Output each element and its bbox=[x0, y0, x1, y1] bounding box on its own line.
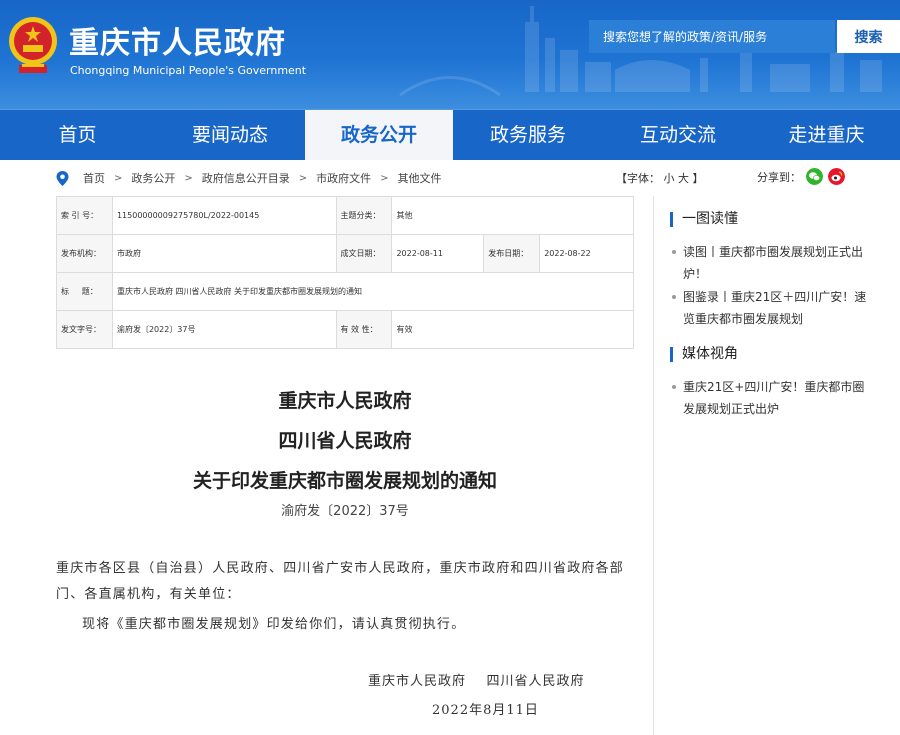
sidebar-item-infographic-2[interactable]: 图鉴录丨重庆21区＋四川广安！速览重庆都市圈发展规划 bbox=[670, 286, 870, 330]
search-input[interactable] bbox=[589, 20, 835, 53]
meta-validity-value: 有效 bbox=[391, 310, 634, 349]
meta-index-label: 索 引 号： bbox=[56, 196, 113, 235]
meta-publisher-value: 市政府 bbox=[111, 234, 337, 273]
document-date: 2022年8月11日 bbox=[432, 703, 539, 718]
chevron-right-icon: > bbox=[380, 172, 389, 184]
meta-docno-value: 渝府发〔2022〕37号 bbox=[111, 310, 337, 349]
breadcrumb-other-docs[interactable]: 其他文件 bbox=[398, 170, 442, 186]
breadcrumb: 首页 > 政务公开 > 政府信息公开目录 > 市政府文件 > 其他文件 bbox=[56, 168, 442, 188]
sidebar: 一图读懂 读图丨重庆都市圈发展规划正式出炉！ 图鉴录丨重庆21区＋四川广安！速览… bbox=[653, 196, 900, 735]
site-subtitle: Chongqing Municipal People's Government bbox=[70, 64, 307, 77]
document-addressee: 重庆市各区县（自治县）人民政府、四川省广安市人民政府，重庆市政府和四川省政府各部… bbox=[56, 561, 625, 602]
share-label: 分享到： bbox=[757, 170, 801, 184]
document-number: 渝府发〔2022〕37号 bbox=[281, 504, 409, 519]
site-title: 重庆市人民政府 bbox=[69, 26, 286, 61]
meta-docno-label: 发文字号： bbox=[56, 310, 113, 349]
sidebar-item-infographic-1[interactable]: 读图丨重庆都市圈发展规划正式出炉！ bbox=[670, 241, 870, 285]
main-nav: 首页 要闻动态 政务公开 政务服务 互动交流 走进重庆 bbox=[0, 109, 900, 160]
chevron-right-icon: > bbox=[298, 172, 308, 184]
meta-created-label: 成文日期： bbox=[335, 234, 393, 273]
meta-validity-label: 有 效 性： bbox=[335, 310, 393, 349]
wechat-icon[interactable] bbox=[806, 168, 823, 185]
document-metadata-table: 索 引 号： 11500000009275780L/2022-00145 主题分… bbox=[56, 196, 635, 349]
site-header: 重庆市人民政府 Chongqing Municipal People's Gov… bbox=[0, 0, 900, 109]
meta-published-label: 发布日期： bbox=[483, 234, 541, 273]
document-signers: 重庆市人民政府 四川省人民政府 bbox=[368, 674, 585, 689]
font-size-end: 】 bbox=[692, 172, 704, 185]
location-pin-icon bbox=[56, 170, 69, 186]
breadcrumb-municipal-docs[interactable]: 市政府文件 bbox=[316, 170, 371, 186]
nav-item-about-chongqing[interactable]: 走进重庆 bbox=[753, 110, 900, 160]
meta-title-value: 重庆市人民政府 四川省人民政府 关于印发重庆都市圈发展规划的通知 bbox=[111, 272, 635, 311]
document-title-line-2: 四川省人民政府 bbox=[278, 430, 412, 452]
meta-published-value: 2022-08-22 bbox=[539, 234, 634, 273]
document-body: 现将《重庆都市圈发展规划》印发给你们，请认真贯彻执行。 bbox=[82, 617, 466, 632]
nav-item-gov-affairs[interactable]: 政务公开 bbox=[305, 110, 453, 160]
meta-index-value: 11500000009275780L/2022-00145 bbox=[111, 196, 337, 235]
nav-item-home[interactable]: 首页 bbox=[0, 110, 155, 160]
chevron-right-icon: > bbox=[114, 172, 123, 184]
breadcrumb-catalog[interactable]: 政府信息公开目录 bbox=[202, 170, 290, 186]
breadcrumb-home[interactable]: 首页 bbox=[83, 170, 105, 186]
sidebar-heading-infographic: 一图读懂 bbox=[670, 212, 738, 227]
font-size-control: 【字体： 小 大 】 bbox=[616, 170, 704, 186]
sidebar-item-media-1[interactable]: 重庆21区+四川广安！重庆都市圈发展规划正式出炉 bbox=[670, 376, 870, 420]
meta-category-value: 其他 bbox=[391, 196, 634, 235]
meta-title-label: 标 题： bbox=[56, 272, 113, 311]
nav-item-interaction[interactable]: 互动交流 bbox=[603, 110, 753, 160]
sidebar-heading-media: 媒体视角 bbox=[670, 347, 738, 362]
meta-category-label: 主题分类： bbox=[335, 196, 393, 235]
share-bar: 分享到： bbox=[757, 168, 845, 185]
document-title-line-3: 关于印发重庆都市圈发展规划的通知 bbox=[192, 470, 497, 492]
nav-item-gov-services[interactable]: 政务服务 bbox=[453, 110, 603, 160]
meta-created-value: 2022-08-11 bbox=[391, 234, 485, 273]
chevron-right-icon: > bbox=[184, 172, 193, 184]
nav-item-news[interactable]: 要闻动态 bbox=[155, 110, 305, 160]
document-title-line-1: 重庆市人民政府 bbox=[278, 390, 412, 412]
national-emblem-icon bbox=[9, 17, 57, 73]
meta-publisher-label: 发布机构： bbox=[56, 234, 113, 273]
font-size-label: 【字体： bbox=[616, 172, 660, 185]
weibo-icon[interactable] bbox=[828, 168, 845, 185]
breadcrumb-gov-affairs[interactable]: 政务公开 bbox=[131, 170, 175, 186]
search-button[interactable]: 搜索 bbox=[837, 20, 900, 53]
font-size-small[interactable]: 小 bbox=[664, 172, 675, 185]
font-size-large[interactable]: 大 bbox=[678, 172, 689, 185]
